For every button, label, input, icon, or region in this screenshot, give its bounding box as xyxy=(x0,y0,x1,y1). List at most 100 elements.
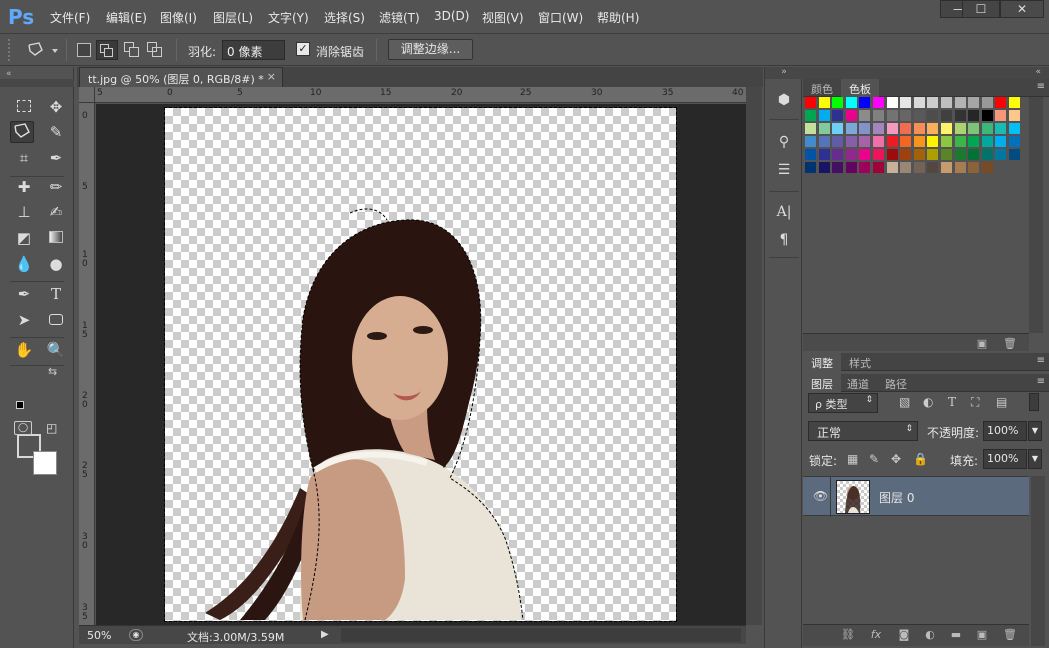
new-adjustment-layer-icon[interactable]: ◐ xyxy=(921,628,939,644)
color-swatch[interactable] xyxy=(845,136,857,147)
options-grip[interactable] xyxy=(8,39,13,61)
color-swatch[interactable] xyxy=(941,149,952,160)
menu-file[interactable]: 文件(F) xyxy=(50,9,90,26)
color-swatch[interactable] xyxy=(900,162,912,173)
screen-mode-icon[interactable]: ◰ xyxy=(46,421,66,435)
path-selection-icon[interactable]: ➤ xyxy=(12,309,36,331)
color-swatch[interactable] xyxy=(873,110,884,121)
document-tab[interactable]: tt.jpg @ 50% (图层 0, RGB/8#) * × xyxy=(79,67,283,87)
color-swatch[interactable] xyxy=(859,123,871,134)
gradient-tool-icon[interactable] xyxy=(44,227,68,249)
color-swatch[interactable] xyxy=(859,149,871,160)
feather-input[interactable]: 0 像素 xyxy=(222,40,285,60)
lock-position-icon[interactable]: ✥ xyxy=(891,452,901,466)
color-swatch[interactable] xyxy=(805,149,816,160)
opacity-dropdown-icon[interactable]: ▼ xyxy=(1028,421,1042,441)
color-swatch[interactable] xyxy=(886,97,898,108)
link-layers-icon[interactable]: ⛓ xyxy=(839,628,857,644)
color-swatch[interactable] xyxy=(832,110,844,121)
antialias-checkbox[interactable]: ✓ xyxy=(296,42,310,56)
color-swatch[interactable] xyxy=(968,149,980,160)
color-swatch[interactable] xyxy=(900,136,912,147)
filter-toggle-switch[interactable] xyxy=(1029,393,1039,411)
color-swatch[interactable] xyxy=(1009,123,1020,134)
color-swatch[interactable] xyxy=(845,110,857,121)
color-swatch[interactable] xyxy=(995,149,1007,160)
collapse-icon[interactable]: « xyxy=(6,69,12,79)
lock-transparent-icon[interactable]: ▦ xyxy=(847,452,858,466)
swap-colors-icon[interactable]: ⇆ xyxy=(48,365,57,378)
maximize-button[interactable]: ☐ xyxy=(962,0,1000,18)
color-swatch[interactable] xyxy=(886,162,898,173)
menu-image[interactable]: 图像(I) xyxy=(160,9,197,26)
color-swatch[interactable] xyxy=(981,97,993,108)
color-swatch[interactable] xyxy=(886,149,898,160)
pixel-filter-icon[interactable]: ▧ xyxy=(899,395,910,409)
menu-window[interactable]: 窗口(W) xyxy=(538,9,583,26)
color-swatch[interactable] xyxy=(900,123,912,134)
color-swatch[interactable] xyxy=(845,123,857,134)
color-swatch[interactable] xyxy=(995,136,1007,147)
3d-cube-icon[interactable]: ⬢ xyxy=(773,89,795,111)
color-swatch[interactable] xyxy=(805,123,816,134)
color-swatch[interactable] xyxy=(818,162,830,173)
color-swatch[interactable] xyxy=(927,136,939,147)
color-swatch[interactable] xyxy=(845,97,857,108)
color-swatch[interactable] xyxy=(927,149,939,160)
color-swatch[interactable] xyxy=(968,136,980,147)
adjustment-sliders-icon[interactable]: ☰ xyxy=(773,159,795,181)
color-swatch[interactable] xyxy=(900,97,912,108)
polygon-lasso-preset-icon[interactable] xyxy=(26,41,60,59)
color-swatch[interactable] xyxy=(886,110,898,121)
layer-filter-kind-select[interactable]: ρ 类型 ⇕ xyxy=(808,393,878,413)
color-swatch[interactable] xyxy=(913,162,925,173)
delete-swatch-icon[interactable]: 🗑 xyxy=(1001,337,1019,353)
menu-select[interactable]: 选择(S) xyxy=(324,9,365,26)
background-color-swatch[interactable] xyxy=(33,451,57,475)
type-tool-icon[interactable]: T xyxy=(44,283,68,305)
tab-close-icon[interactable]: × xyxy=(267,70,276,83)
pen-tool-icon[interactable]: ✒ xyxy=(12,283,36,305)
rect-marquee-icon[interactable] xyxy=(12,96,36,118)
new-group-icon[interactable]: ▬ xyxy=(947,628,965,644)
dodge-tool-icon[interactable]: ● xyxy=(44,253,68,275)
brush-tool-icon[interactable]: ✏ xyxy=(44,176,68,198)
tab-layers[interactable]: 图层 xyxy=(803,374,841,392)
color-swatch[interactable] xyxy=(913,110,925,121)
color-swatch[interactable] xyxy=(927,123,939,134)
color-swatch[interactable] xyxy=(954,110,966,121)
color-swatch[interactable] xyxy=(941,136,952,147)
color-swatch[interactable] xyxy=(968,123,980,134)
swatches-scrollbar[interactable] xyxy=(1029,97,1043,333)
color-swatch[interactable] xyxy=(859,136,871,147)
color-swatch[interactable] xyxy=(954,123,966,134)
color-swatch[interactable] xyxy=(805,162,816,173)
type-filter-icon[interactable]: T xyxy=(948,395,956,409)
color-swatch[interactable] xyxy=(832,136,844,147)
delete-layer-icon[interactable]: 🗑 xyxy=(1001,628,1019,644)
color-swatch[interactable] xyxy=(995,123,1007,134)
color-swatch[interactable] xyxy=(832,162,844,173)
color-swatch[interactable] xyxy=(1009,136,1020,147)
color-swatch[interactable] xyxy=(913,136,925,147)
menu-type[interactable]: 文字(Y) xyxy=(268,9,309,26)
document-canvas[interactable] xyxy=(164,107,677,622)
color-swatch[interactable] xyxy=(941,97,952,108)
color-swatch[interactable] xyxy=(805,136,816,147)
eyedropper-icon[interactable]: ✒ xyxy=(44,147,68,169)
refine-edge-button[interactable]: 调整边缘... xyxy=(388,39,473,60)
smart-object-filter-icon[interactable]: ▤ xyxy=(996,395,1007,409)
hand-tool-icon[interactable]: ✋ xyxy=(12,339,36,361)
color-swatch[interactable] xyxy=(981,136,993,147)
color-swatch[interactable] xyxy=(913,97,925,108)
color-swatch[interactable] xyxy=(995,97,1007,108)
color-swatch[interactable] xyxy=(913,149,925,160)
color-swatch[interactable] xyxy=(818,97,830,108)
color-swatch[interactable] xyxy=(818,110,830,121)
fill-input[interactable]: 100% xyxy=(983,449,1027,469)
color-swatch[interactable] xyxy=(818,123,830,134)
color-swatch[interactable] xyxy=(954,136,966,147)
menu-layer[interactable]: 图层(L) xyxy=(213,9,253,26)
default-colors-icon[interactable] xyxy=(16,401,24,409)
color-swatch[interactable] xyxy=(941,162,952,173)
